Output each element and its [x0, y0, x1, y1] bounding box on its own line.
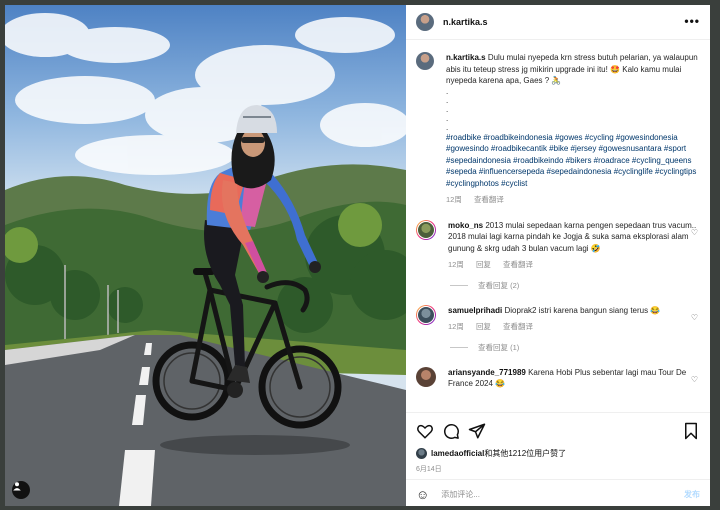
comment-text: 2013 mulai sepedaan karna pengen sepedaa…: [448, 220, 697, 253]
commenter-avatar[interactable]: [416, 366, 436, 387]
post-header: n.kartika.s •••: [406, 5, 710, 40]
caption-dots: .....: [446, 86, 449, 132]
likes-summary[interactable]: lamedaofficial 和其他1212位用户赞了: [416, 448, 566, 459]
bookmark-icon[interactable]: [682, 422, 700, 440]
liker-avatar: [416, 448, 427, 459]
caption-meta: 12周 查看翻译: [446, 194, 698, 206]
comment-age: 12周: [448, 260, 464, 269]
translate-link[interactable]: 查看翻译: [503, 260, 533, 269]
comment-heart-icon[interactable]: ♡: [691, 313, 698, 322]
comment-icon[interactable]: [442, 422, 460, 440]
heart-icon[interactable]: [416, 422, 434, 440]
post-actions: lamedaofficial 和其他1212位用户赞了 6月14日 ☺ 发布: [406, 412, 710, 506]
comments-panel: n.kartika.s ••• n.kartika.s Dulu mulai n…: [406, 5, 710, 506]
commenter-avatar[interactable]: [416, 304, 436, 325]
post-date: 6月14日: [416, 466, 442, 473]
view-replies-button[interactable]: 查看回复 (1): [450, 342, 700, 353]
caption-age: 12周: [446, 195, 462, 204]
view-replies-button[interactable]: 查看回复 (2): [450, 280, 700, 291]
comment-item: ariansyande_771989 Karena Hobi Plus sebe…: [416, 366, 700, 390]
comment-heart-icon[interactable]: ♡: [691, 375, 698, 384]
share-icon[interactable]: [468, 422, 486, 440]
liker-username[interactable]: lamedaofficial: [431, 449, 484, 458]
reply-link[interactable]: 回复: [476, 260, 491, 269]
caption-hashtags[interactable]: #roadbike #roadbikeindonesia #gowes #cyc…: [446, 132, 698, 190]
comments-list[interactable]: n.kartika.s Dulu mulai nyepeda krn stres…: [406, 40, 710, 412]
translate-link[interactable]: 查看翻译: [503, 322, 533, 331]
author-avatar[interactable]: [416, 13, 434, 31]
commenter-avatar[interactable]: [416, 219, 436, 240]
more-horizontal-icon[interactable]: •••: [684, 14, 700, 28]
author-username[interactable]: n.kartika.s: [443, 17, 488, 27]
comment-text: Dioprak2 istri karena bangun siang terus…: [504, 305, 661, 315]
caption-avatar[interactable]: [416, 52, 434, 70]
comment-item: moko_ns 2013 mulai sepedaan karna pengen…: [416, 219, 700, 271]
reply-link[interactable]: 回复: [476, 322, 491, 331]
comment-input[interactable]: [439, 489, 684, 500]
add-comment-bar: ☺ 发布: [406, 479, 710, 506]
user-tag-icon[interactable]: [12, 481, 30, 499]
caption-translate-link[interactable]: 查看翻译: [474, 195, 504, 204]
post-photo[interactable]: [5, 5, 406, 506]
comment-username[interactable]: samuelprihadi: [448, 306, 502, 315]
comment-age: 12周: [448, 322, 464, 331]
post-comment-button[interactable]: 发布: [684, 489, 700, 500]
comment-username[interactable]: ariansyande_771989: [448, 368, 526, 377]
emoji-icon[interactable]: ☺: [416, 487, 429, 502]
comment-item: samuelprihadi Dioprak2 istri karena bang…: [416, 304, 700, 333]
caption: n.kartika.s Dulu mulai nyepeda krn stres…: [416, 52, 700, 206]
comment-heart-icon[interactable]: ♡: [691, 228, 698, 237]
caption-username[interactable]: n.kartika.s: [446, 53, 486, 62]
post-dialog: n.kartika.s ••• n.kartika.s Dulu mulai n…: [5, 5, 710, 506]
likes-text: 和其他1212位用户赞了: [484, 449, 567, 458]
comment-username[interactable]: moko_ns: [448, 221, 483, 230]
